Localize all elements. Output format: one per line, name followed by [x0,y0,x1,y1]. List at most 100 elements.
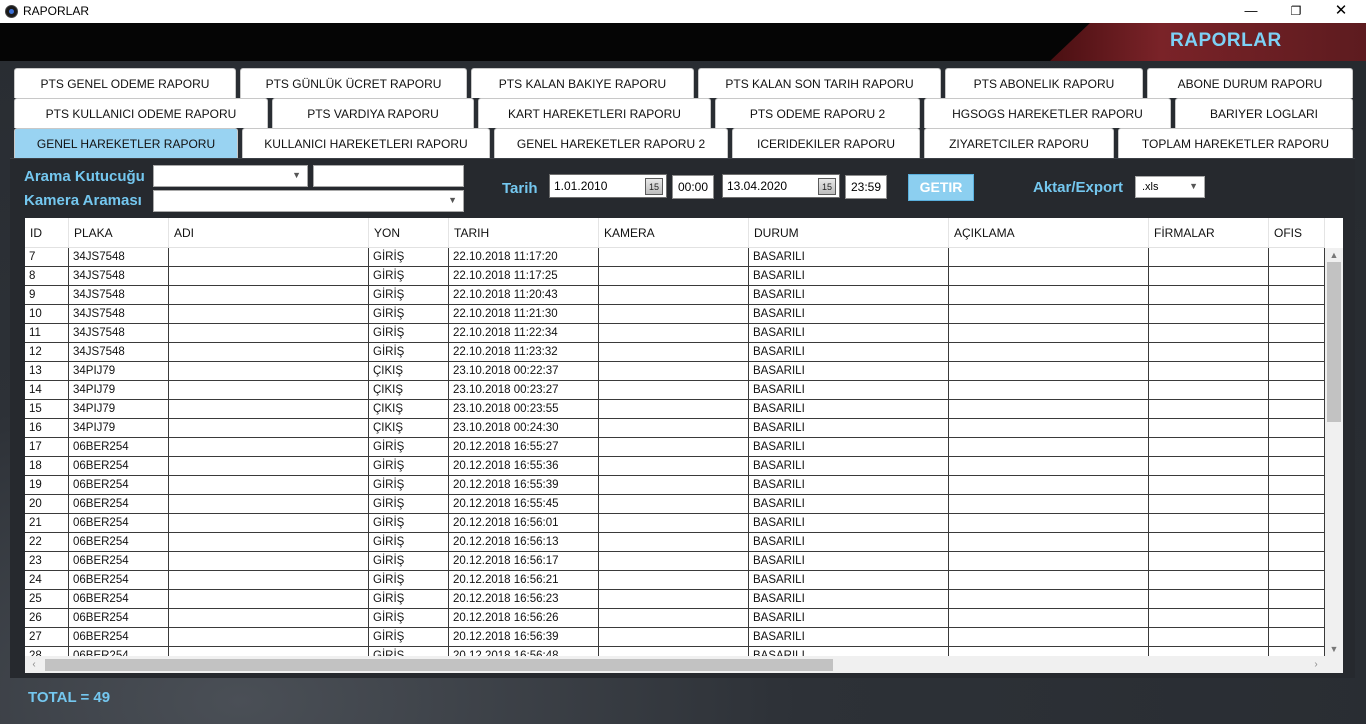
cell-ofis[interactable] [1269,438,1325,457]
cell-tarih[interactable]: 22.10.2018 11:23:32 [449,343,599,362]
table-row[interactable]: 13 34PIJ79 ÇIKIŞ 23.10.2018 00:22:37 BASARIL… [25,362,1325,381]
cell-tarih[interactable]: 23.10.2018 00:22:37 [449,362,599,381]
cell-plaka[interactable]: 06BER254 [69,457,169,476]
cell-ofis[interactable] [1269,419,1325,438]
cell-tarih[interactable]: 22.10.2018 11:17:20 [449,248,599,267]
cell-durum[interactable]: BASARILI [749,609,949,628]
cell-firmalar[interactable] [1149,495,1269,514]
cell-id[interactable]: 25 [25,590,69,609]
cell-plaka[interactable]: 34PIJ79 [69,419,169,438]
scroll-thumb[interactable] [1327,262,1341,422]
cell-kamera[interactable] [599,419,749,438]
cell-yon[interactable]: GİRİŞ [369,552,449,571]
cell-tarih[interactable]: 20.12.2018 16:56:21 [449,571,599,590]
cell-firmalar[interactable] [1149,609,1269,628]
tab-ziyaretciler[interactable]: ZIYARETCILER RAPORU [924,128,1114,158]
cell-tarih[interactable]: 22.10.2018 11:17:25 [449,267,599,286]
tab-pts-kalan-bakiye[interactable]: PTS KALAN BAKIYE RAPORU [471,68,694,98]
cell-kamera[interactable] [599,457,749,476]
cell-aciklama[interactable] [949,381,1149,400]
cell-firmalar[interactable] [1149,343,1269,362]
cell-plaka[interactable]: 34JS7548 [69,248,169,267]
cell-firmalar[interactable] [1149,362,1269,381]
cell-tarih[interactable]: 20.12.2018 16:55:36 [449,457,599,476]
cell-adi[interactable] [169,628,369,647]
cell-firmalar[interactable] [1149,552,1269,571]
cell-id[interactable]: 10 [25,305,69,324]
table-row[interactable]: 16 34PIJ79 ÇIKIŞ 23.10.2018 00:24:30 BASARIL… [25,419,1325,438]
table-row[interactable]: 19 06BER254 GİRİŞ 20.12.2018 16:55:39 BASARI… [25,476,1325,495]
scroll-up-icon[interactable]: ▲ [1325,248,1343,262]
cell-kamera[interactable] [599,248,749,267]
cell-tarih[interactable]: 20.12.2018 16:56:01 [449,514,599,533]
cell-durum[interactable]: BASARILI [749,628,949,647]
tab-icerdekiler[interactable]: ICERIDEKILER RAPORU [732,128,920,158]
cell-plaka[interactable]: 06BER254 [69,628,169,647]
cell-firmalar[interactable] [1149,590,1269,609]
cell-tarih[interactable]: 20.12.2018 16:55:45 [449,495,599,514]
table-row[interactable]: 8 34JS7548 GİRİŞ 22.10.2018 11:17:25 BASARIL… [25,267,1325,286]
cell-kamera[interactable] [599,609,749,628]
table-row[interactable]: 24 06BER254 GİRİŞ 20.12.2018 16:56:21 BASARI… [25,571,1325,590]
cell-durum[interactable]: BASARILI [749,552,949,571]
cell-kamera[interactable] [599,381,749,400]
cell-aciklama[interactable] [949,571,1149,590]
cell-yon[interactable]: GİRİŞ [369,248,449,267]
end-time-input[interactable]: 23:59 [845,175,887,199]
cell-ofis[interactable] [1269,457,1325,476]
cell-aciklama[interactable] [949,552,1149,571]
cell-yon[interactable]: GİRİŞ [369,343,449,362]
cell-tarih[interactable]: 20.12.2018 16:55:27 [449,438,599,457]
cell-id[interactable]: 8 [25,267,69,286]
cell-kamera[interactable] [599,438,749,457]
cell-id[interactable]: 11 [25,324,69,343]
cell-yon[interactable]: GİRİŞ [369,514,449,533]
cell-ofis[interactable] [1269,362,1325,381]
cell-id[interactable]: 19 [25,476,69,495]
header-col-kamera[interactable]: KAMERA [599,218,749,248]
cell-adi[interactable] [169,305,369,324]
cell-id[interactable]: 13 [25,362,69,381]
cell-tarih[interactable]: 20.12.2018 16:56:26 [449,609,599,628]
cell-tarih[interactable]: 23.10.2018 00:23:55 [449,400,599,419]
cell-durum[interactable]: BASARILI [749,305,949,324]
cell-yon[interactable]: GİRİŞ [369,305,449,324]
tab-genel-hareketler-2[interactable]: GENEL HAREKETLER RAPORU 2 [494,128,728,158]
cell-aciklama[interactable] [949,305,1149,324]
cell-kamera[interactable] [599,267,749,286]
cell-ofis[interactable] [1269,324,1325,343]
cell-firmalar[interactable] [1149,571,1269,590]
cell-durum[interactable]: BASARILI [749,324,949,343]
cell-plaka[interactable]: 06BER254 [69,514,169,533]
cell-tarih[interactable]: 22.10.2018 11:22:34 [449,324,599,343]
cell-id[interactable]: 9 [25,286,69,305]
cell-id[interactable]: 28 [25,647,69,656]
cell-durum[interactable]: BASARILI [749,419,949,438]
cell-firmalar[interactable] [1149,286,1269,305]
cell-ofis[interactable] [1269,533,1325,552]
cell-plaka[interactable]: 06BER254 [69,476,169,495]
tab-pts-gunluk-ucret[interactable]: PTS GÜNLÜK ÜCRET RAPORU [240,68,467,98]
cell-tarih[interactable]: 20.12.2018 16:56:23 [449,590,599,609]
cell-adi[interactable] [169,267,369,286]
cell-plaka[interactable]: 34JS7548 [69,305,169,324]
cell-aciklama[interactable] [949,647,1149,656]
cell-aciklama[interactable] [949,362,1149,381]
cell-adi[interactable] [169,438,369,457]
cell-aciklama[interactable] [949,476,1149,495]
cell-firmalar[interactable] [1149,305,1269,324]
grid-body[interactable]: 7 34JS7548 GİRİŞ 22.10.2018 11:17:20 BASARIL… [25,248,1325,656]
cell-adi[interactable] [169,590,369,609]
cell-aciklama[interactable] [949,286,1149,305]
cell-aciklama[interactable] [949,324,1149,343]
cell-kamera[interactable] [599,628,749,647]
cell-ofis[interactable] [1269,286,1325,305]
header-col-yon[interactable]: YON [369,218,449,248]
cell-durum[interactable]: BASARILI [749,343,949,362]
cell-durum[interactable]: BASARILI [749,590,949,609]
cell-id[interactable]: 27 [25,628,69,647]
cell-kamera[interactable] [599,305,749,324]
cell-aciklama[interactable] [949,628,1149,647]
cell-durum[interactable]: BASARILI [749,438,949,457]
vertical-scrollbar[interactable]: ▲ ▼ [1325,248,1343,656]
